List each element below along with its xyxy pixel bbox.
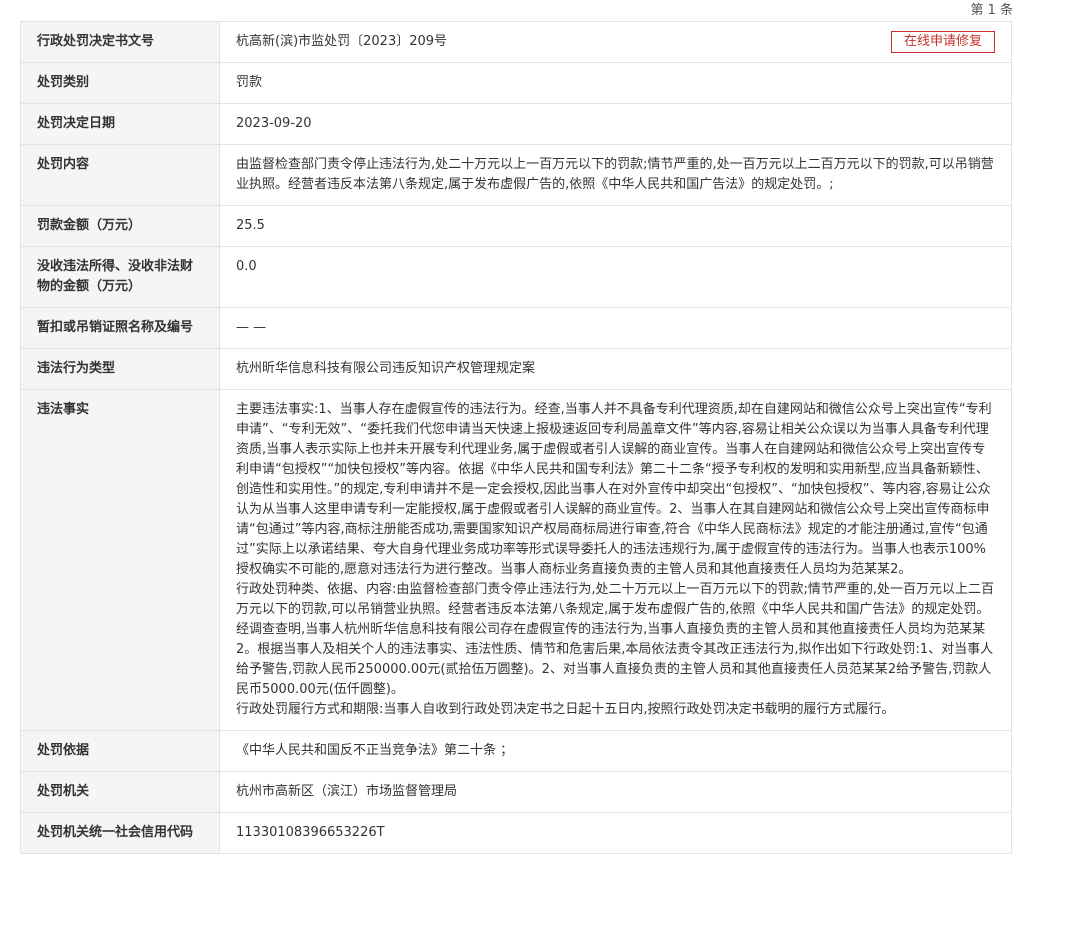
table-row: 没收违法所得、没收非法财物的金额（万元） 0.0: [20, 246, 1012, 308]
row-label-decision-number: 行政处罚决定书文号: [20, 21, 220, 63]
table-row: 处罚决定日期 2023-09-20: [20, 103, 1012, 145]
table-row: 处罚类别 罚款: [20, 62, 1012, 104]
row-label-license-suspension: 暂扣或吊销证照名称及编号: [20, 307, 220, 349]
table-row: 处罚依据 《中华人民共和国反不正当竞争法》第二十条 ；: [20, 730, 1012, 772]
row-value-decision-number: 杭高新(滨)市监处罚〔2023〕209号: [236, 34, 448, 49]
row-value-penalty-content: 由监督检查部门责令停止违法行为,处二十万元以上一百万元以下的罚款;情节严重的,处…: [219, 144, 1012, 206]
row-value-decision-date: 2023-09-20: [219, 103, 1012, 145]
table-row: 处罚内容 由监督检查部门责令停止违法行为,处二十万元以上一百万元以下的罚款;情节…: [20, 144, 1012, 206]
row-value-license-suspension: — —: [219, 307, 1012, 349]
apply-repair-button[interactable]: 在线申请修复: [890, 31, 995, 53]
row-value-violation-type: 杭州昕华信息科技有限公司违反知识产权管理规定案: [219, 348, 1012, 390]
table-row: 行政处罚决定书文号 杭高新(滨)市监处罚〔2023〕209号 在线申请修复: [20, 21, 1012, 63]
table-row: 处罚机关 杭州市高新区（滨江）市场监督管理局: [20, 771, 1012, 813]
row-label-penalty-content: 处罚内容: [20, 144, 220, 206]
row-value-penalty-basis: 《中华人民共和国反不正当竞争法》第二十条 ；: [219, 730, 1012, 772]
row-label-violation-facts: 违法事实: [20, 389, 220, 731]
row-value-authority-credit-code: 11330108396653226T: [219, 812, 1012, 854]
row-value-penalty-authority: 杭州市高新区（滨江）市场监督管理局: [219, 771, 1012, 813]
row-label-decision-date: 处罚决定日期: [20, 103, 220, 145]
row-label-authority-credit-code: 处罚机关统一社会信用代码: [20, 812, 220, 854]
row-value-fine-amount: 25.5: [219, 205, 1012, 247]
row-value-penalty-type: 罚款: [219, 62, 1012, 104]
row-value-confiscation-amount: 0.0: [219, 246, 1012, 308]
table-row: 违法行为类型 杭州昕华信息科技有限公司违反知识产权管理规定案: [20, 348, 1012, 390]
violation-facts-paragraph: 行政处罚履行方式和期限:当事人自收到行政处罚决定书之日起十五日内,按照行政处罚决…: [236, 702, 895, 717]
page-count: 第 1 条: [970, 3, 1013, 18]
violation-facts-paragraph: 主要违法事实:1、当事人存在虚假宣传的违法行为。经查,当事人并不具备专利代理资质…: [236, 402, 992, 577]
violation-facts-paragraph: 行政处罚种类、依据、内容:由监督检查部门责令停止违法行为,处二十万元以上一百万元…: [236, 582, 995, 697]
record-page: 第 1 条 行政处罚决定书文号 杭高新(滨)市监处罚〔2023〕209号 在线申…: [0, 0, 1072, 929]
table-row: 罚款金额（万元） 25.5: [20, 205, 1012, 247]
row-value-decision-number-cell: 杭高新(滨)市监处罚〔2023〕209号 在线申请修复: [219, 21, 1012, 63]
row-label-penalty-basis: 处罚依据: [20, 730, 220, 772]
row-label-penalty-authority: 处罚机关: [20, 771, 220, 813]
row-label-penalty-type: 处罚类别: [20, 62, 220, 104]
penalty-record-table: 行政处罚决定书文号 杭高新(滨)市监处罚〔2023〕209号 在线申请修复 处罚…: [20, 21, 1012, 854]
table-row: 暂扣或吊销证照名称及编号 — —: [20, 307, 1012, 349]
row-value-violation-facts: 主要违法事实:1、当事人存在虚假宣传的违法行为。经查,当事人并不具备专利代理资质…: [219, 389, 1012, 731]
table-row: 违法事实 主要违法事实:1、当事人存在虚假宣传的违法行为。经查,当事人并不具备专…: [20, 389, 1012, 731]
row-label-fine-amount: 罚款金额（万元）: [20, 205, 220, 247]
row-label-violation-type: 违法行为类型: [20, 348, 220, 390]
table-row: 处罚机关统一社会信用代码 11330108396653226T: [20, 812, 1012, 854]
row-label-confiscation-amount: 没收违法所得、没收非法财物的金额（万元）: [20, 246, 220, 308]
